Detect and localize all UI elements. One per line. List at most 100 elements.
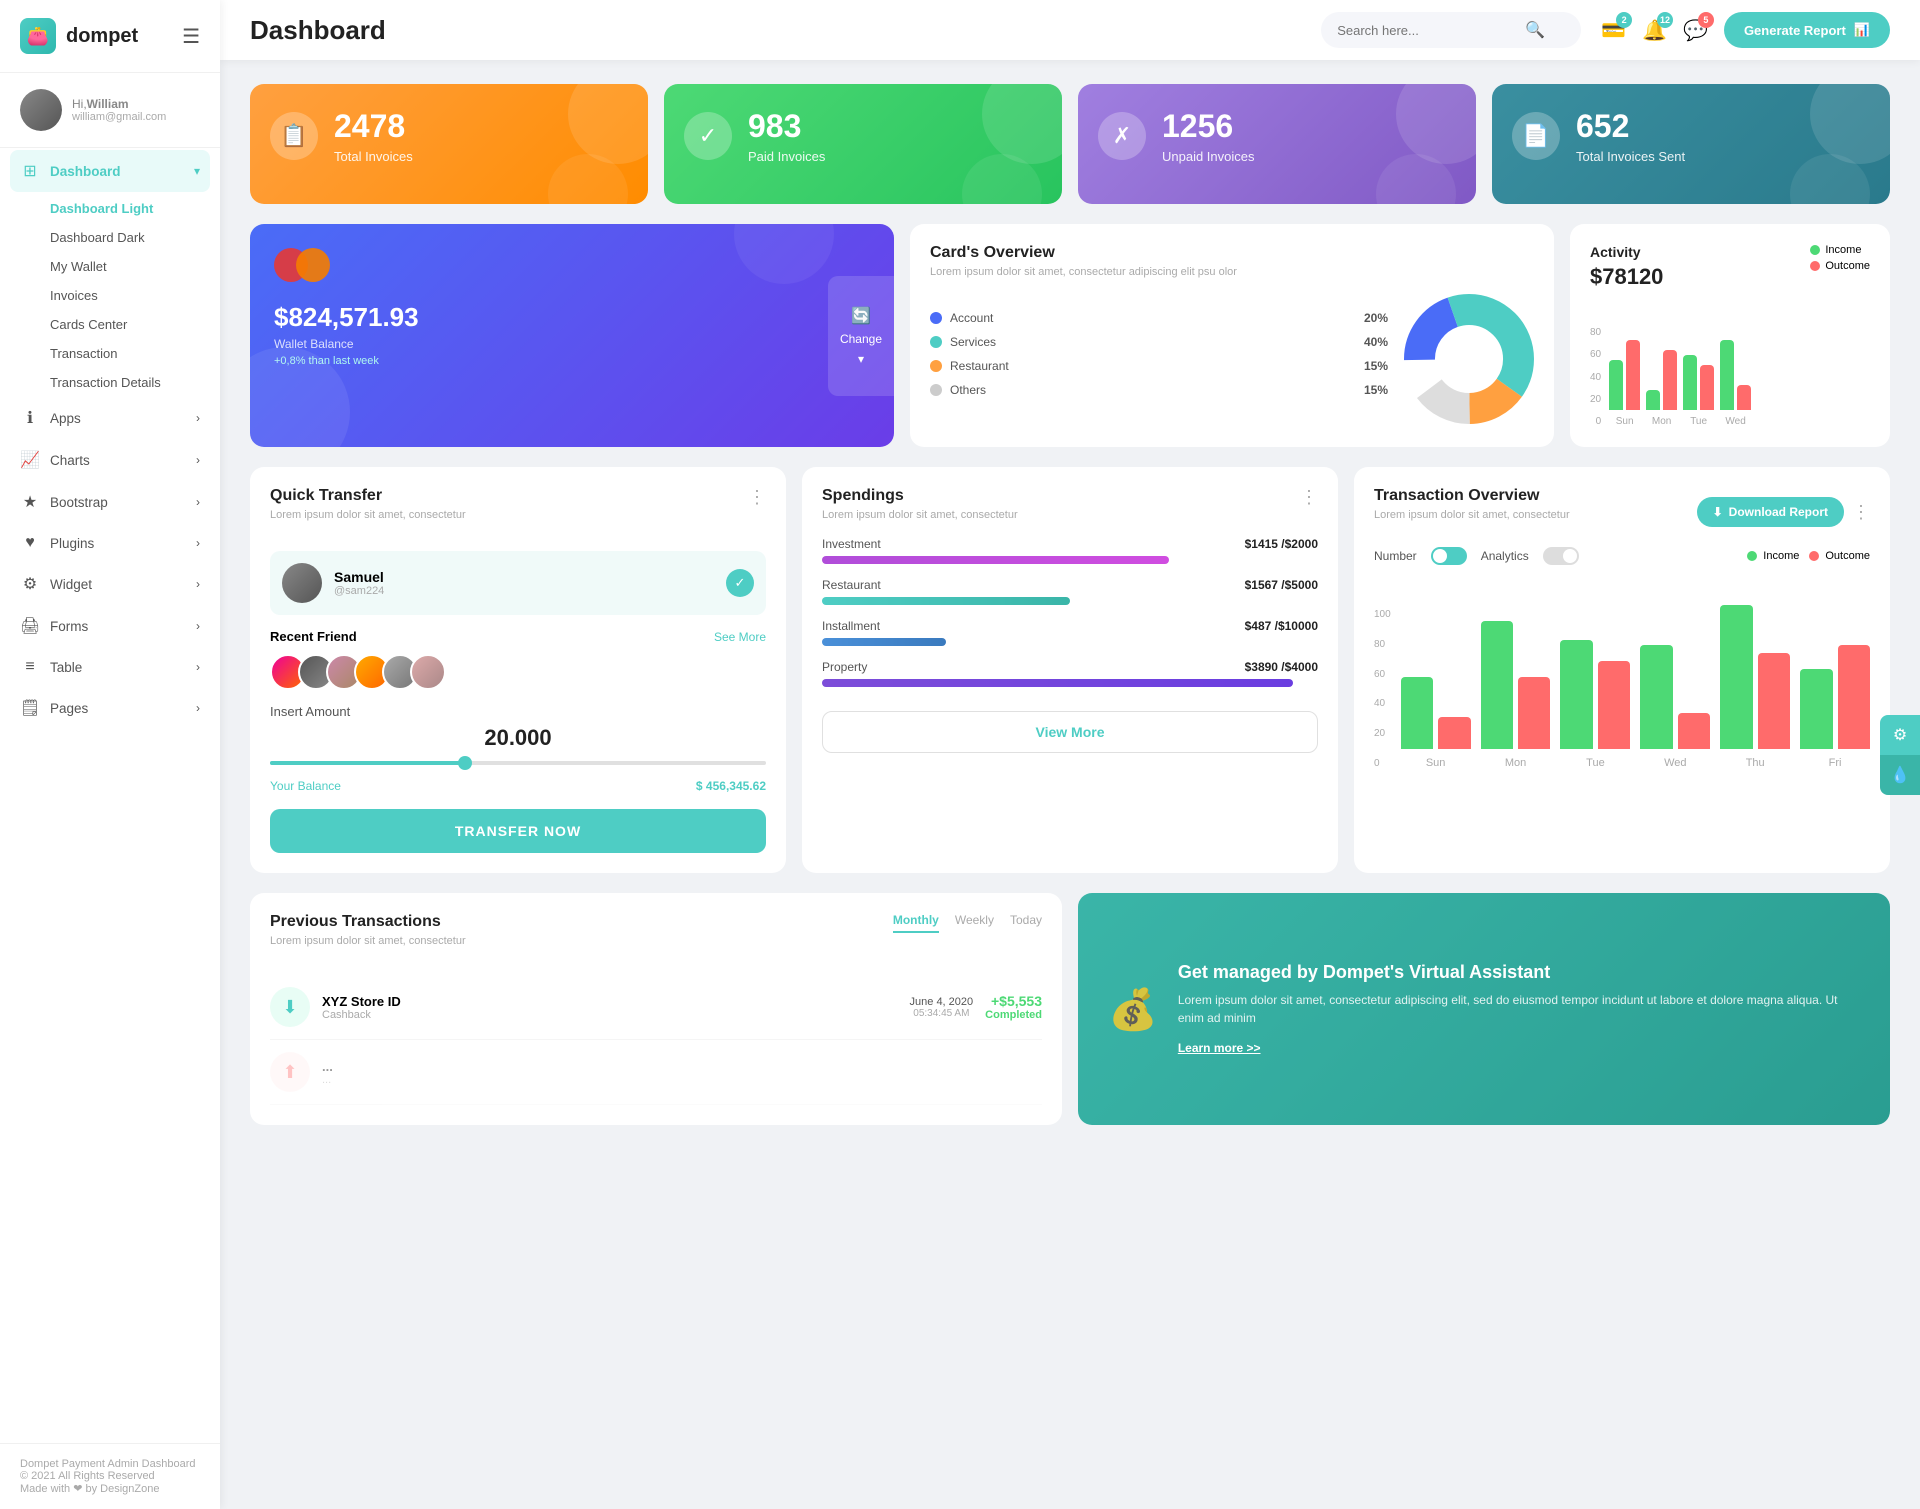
label-tue: Tue xyxy=(1683,416,1714,427)
settings-icon: ⚙ xyxy=(1893,725,1907,745)
water-float-button[interactable]: 💧 xyxy=(1880,755,1920,795)
outcome-dot-big xyxy=(1809,551,1819,561)
stat-icon-paid: ✓ xyxy=(684,112,732,160)
sidebar-item-table[interactable]: ≡ Table › xyxy=(0,647,220,687)
samuel-handle: @sam224 xyxy=(334,585,384,597)
sidebar-item-widget[interactable]: ⚙ Widget › xyxy=(0,563,220,605)
stat-card-paid: ✓ 983 Paid Invoices xyxy=(664,84,1062,204)
user-greeting: Hi,William xyxy=(72,97,166,111)
cards-overview-card: Card's Overview Lorem ipsum dolor sit am… xyxy=(910,224,1554,447)
cards-overview-title: Card's Overview xyxy=(930,244,1534,262)
hamburger-icon[interactable]: ☰ xyxy=(182,24,200,49)
sidebar-footer: Dompet Payment Admin Dashboard © 2021 Al… xyxy=(0,1443,220,1509)
wallet-icon-btn[interactable]: 💳 2 xyxy=(1601,18,1626,43)
bar-sun-income xyxy=(1609,360,1623,410)
tab-today[interactable]: Today xyxy=(1010,913,1042,933)
dashboard-submenu: Dashboard Light Dashboard Dark My Wallet… xyxy=(0,194,220,397)
sidebar-subitem-cards-center[interactable]: Cards Center xyxy=(50,310,220,339)
big-bar-sun-outcome xyxy=(1438,717,1470,749)
logo-text: dompet xyxy=(66,25,138,48)
spending-bar-property xyxy=(822,679,1293,687)
see-all-link[interactable]: See More xyxy=(714,630,766,644)
sidebar-item-label: Forms xyxy=(50,619,88,634)
big-bar-thu-outcome xyxy=(1758,653,1790,749)
sidebar-subitem-dashboard-dark[interactable]: Dashboard Dark xyxy=(50,223,220,252)
tab-monthly[interactable]: Monthly xyxy=(893,913,939,933)
recent-friend-row: Recent Friend See More xyxy=(270,629,766,644)
stat-icon-unpaid: ✗ xyxy=(1098,112,1146,160)
analytics-toggle[interactable] xyxy=(1543,547,1579,565)
big-bar-thu-income xyxy=(1720,605,1752,749)
chevron-down-icon: ▾ xyxy=(194,164,200,178)
stat-card-sent: 📄 652 Total Invoices Sent xyxy=(1492,84,1890,204)
label-wed: Wed xyxy=(1720,416,1751,427)
sidebar-subitem-invoices[interactable]: Invoices xyxy=(50,281,220,310)
activity-title: Activity xyxy=(1590,244,1663,260)
label-sun: Sun xyxy=(1609,416,1640,427)
sidebar-item-forms[interactable]: 🖨 Forms › xyxy=(0,605,220,647)
va-learn-more-link[interactable]: Learn more >> xyxy=(1178,1041,1261,1055)
stat-label-sent: Total Invoices Sent xyxy=(1576,149,1685,164)
sidebar-item-plugins[interactable]: ♥ Plugins › xyxy=(0,523,220,563)
settings-float-button[interactable]: ⚙ xyxy=(1880,715,1920,755)
big-chart-labels: Sun Mon Tue Wed Thu Fri xyxy=(1401,757,1870,769)
wallet-card: $824,571.93 Wallet Balance +0,8% than la… xyxy=(250,224,894,447)
sidebar-item-pages[interactable]: 🗒 Pages › xyxy=(0,687,220,729)
sidebar-item-charts[interactable]: 📈 Charts › xyxy=(0,439,220,481)
sidebar-subitem-transaction[interactable]: Transaction xyxy=(50,339,220,368)
y-axis: 806040200 xyxy=(1590,327,1601,427)
label-tue-big: Tue xyxy=(1560,757,1630,769)
trans-dots-menu[interactable]: ⋮ xyxy=(1852,502,1870,523)
generate-report-button[interactable]: Generate Report 📊 xyxy=(1724,12,1890,48)
wallet-label: Wallet Balance xyxy=(274,337,870,351)
transfer-now-button[interactable]: TRANSFER NOW xyxy=(270,809,766,853)
legend-dot-restaurant xyxy=(930,360,942,372)
spendings-dots-menu[interactable]: ⋮ xyxy=(1300,487,1318,508)
bar-wed-outcome xyxy=(1737,385,1751,410)
bottom-row: Quick Transfer Lorem ipsum dolor sit ame… xyxy=(250,467,1890,873)
income-dot xyxy=(1810,245,1820,255)
sidebar-item-label: Table xyxy=(50,660,82,675)
number-toggle[interactable] xyxy=(1431,547,1467,565)
bar-wed-income xyxy=(1720,340,1734,410)
sidebar-item-dashboard[interactable]: ⊞ Dashboard ▾ xyxy=(10,150,210,192)
big-bar-chart xyxy=(1401,589,1870,749)
spending-bar-restaurant xyxy=(822,597,1070,605)
chevron-right-icon: › xyxy=(196,453,200,467)
stats-grid: 📋 2478 Total Invoices ✓ 983 Paid Invoice… xyxy=(250,84,1890,204)
label-mon-big: Mon xyxy=(1481,757,1551,769)
dots-menu-icon[interactable]: ⋮ xyxy=(748,487,766,508)
table-icon: ≡ xyxy=(20,658,40,676)
trans-overview-title: Transaction Overview xyxy=(1374,487,1570,505)
view-more-button[interactable]: View More xyxy=(822,711,1318,753)
slider-wrap[interactable] xyxy=(270,761,766,765)
stat-card-total: 📋 2478 Total Invoices xyxy=(250,84,648,204)
sidebar-item-bootstrap[interactable]: ★ Bootstrap › xyxy=(0,481,220,523)
tab-weekly[interactable]: Weekly xyxy=(955,913,994,933)
income-dot-big xyxy=(1747,551,1757,561)
sidebar-subitem-transaction-details[interactable]: Transaction Details xyxy=(50,368,220,397)
change-button[interactable]: 🔄 Change ▾ xyxy=(828,276,894,396)
sidebar-subitem-my-wallet[interactable]: My Wallet xyxy=(50,252,220,281)
chart-labels: Sun Mon Tue Wed xyxy=(1609,416,1870,427)
sidebar-item-apps[interactable]: ℹ Apps › xyxy=(0,397,220,439)
va-desc: Lorem ipsum dolor sit amet, consectetur … xyxy=(1178,991,1860,1027)
bell-icon-btn[interactable]: 🔔 12 xyxy=(1642,18,1667,43)
chat-icon-btn[interactable]: 💬 5 xyxy=(1683,18,1708,43)
big-bar-fri-income xyxy=(1800,669,1832,749)
download-report-button[interactable]: ⬇ Download Report xyxy=(1697,497,1844,527)
upload-arrow-icon: ⬆ xyxy=(282,1062,297,1083)
search-input[interactable] xyxy=(1337,23,1517,38)
widget-icon: ⚙ xyxy=(20,574,40,594)
big-bar-tue-income xyxy=(1560,640,1592,749)
big-bar-sun-income xyxy=(1401,677,1433,749)
sidebar-subitem-dashboard-light[interactable]: Dashboard Light xyxy=(50,194,220,223)
spendings-card: Spendings Lorem ipsum dolor sit amet, co… xyxy=(802,467,1338,873)
outcome-dot xyxy=(1810,261,1820,271)
charts-icon: 📈 xyxy=(20,450,40,470)
change-label: Change xyxy=(840,332,882,346)
spending-label-investment: Investment xyxy=(822,537,881,551)
cards-overview-desc: Lorem ipsum dolor sit amet, consectetur … xyxy=(930,266,1534,278)
chevron-right-icon: › xyxy=(196,701,200,715)
pie-chart xyxy=(1404,294,1534,424)
